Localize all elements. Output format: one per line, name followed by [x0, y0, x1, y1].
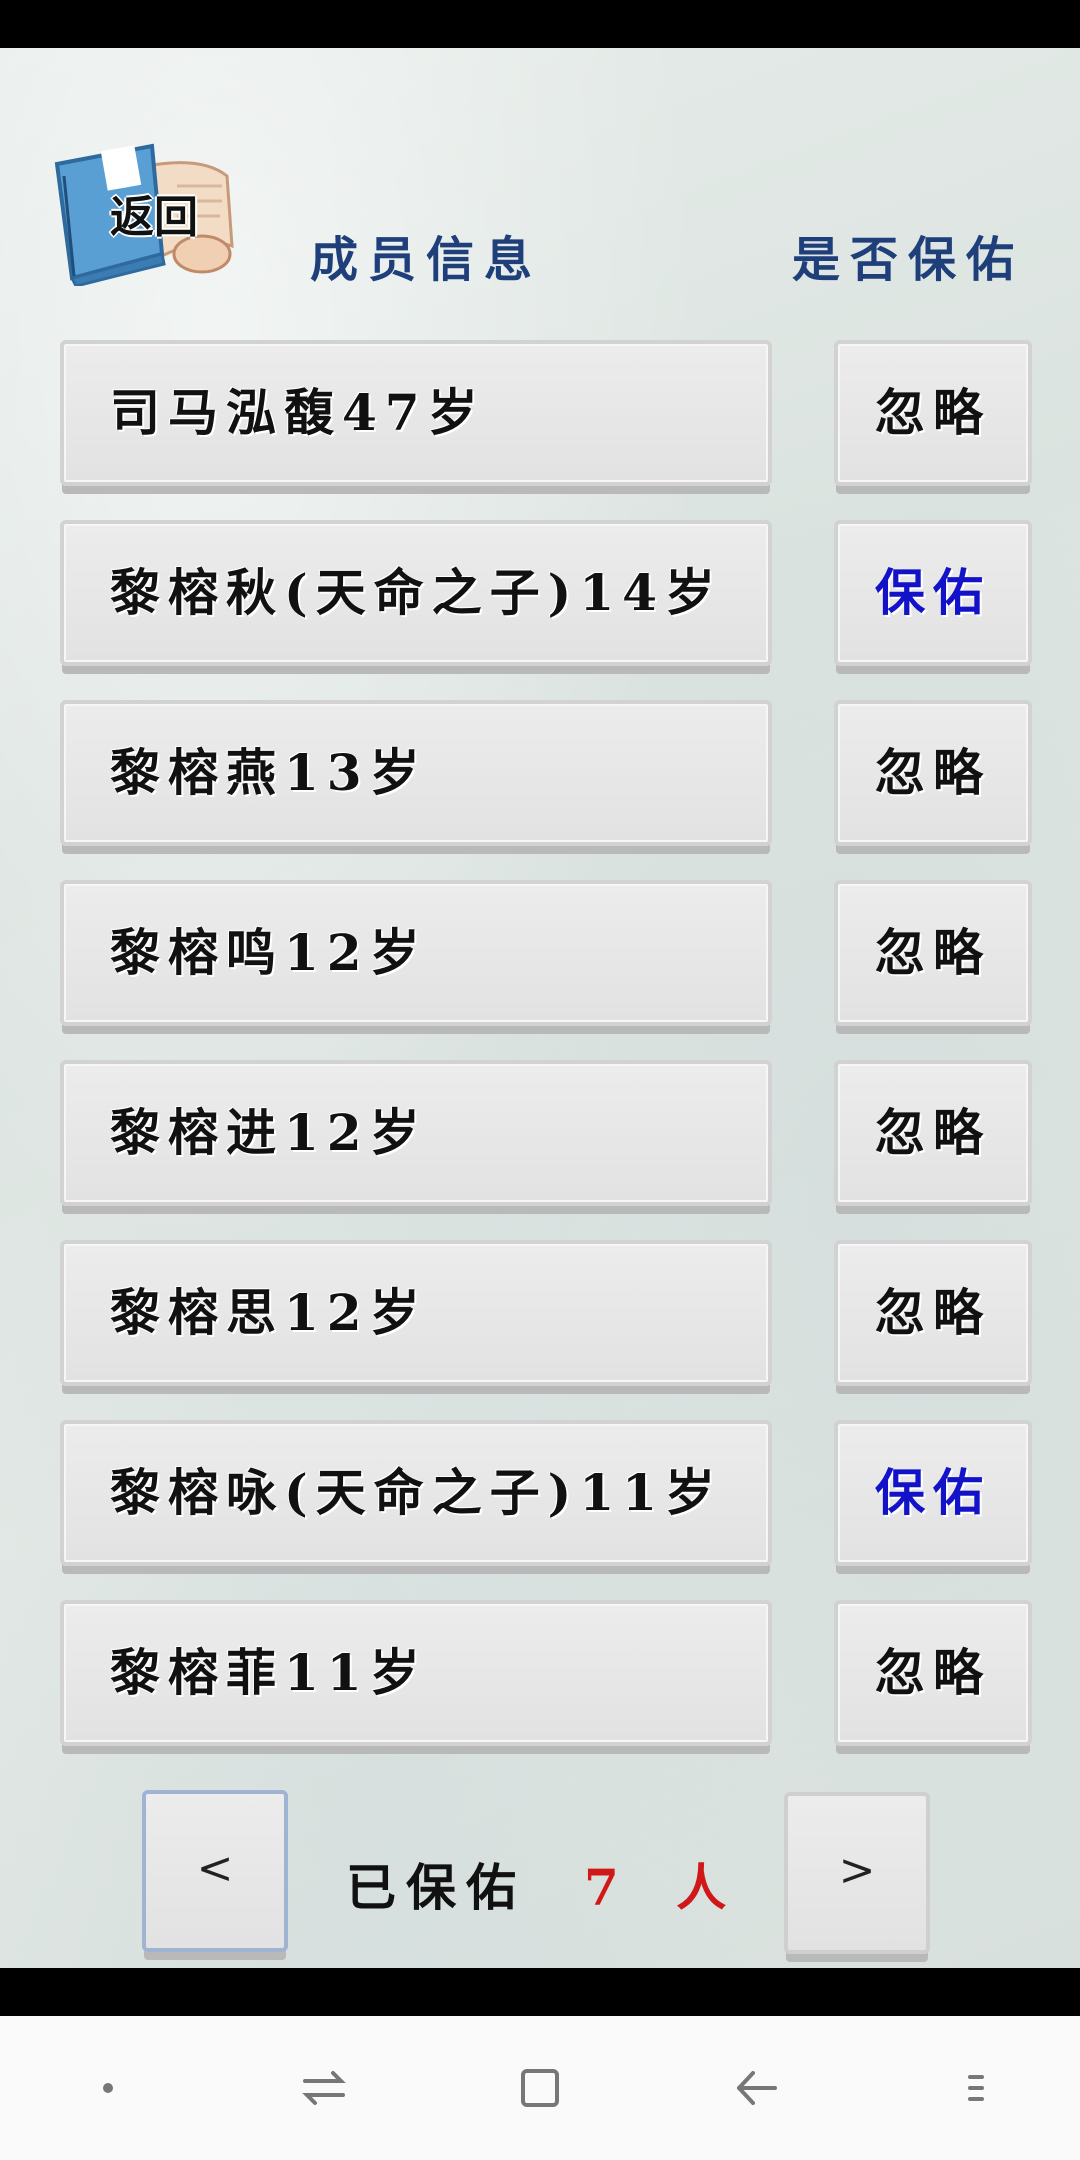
bless-button[interactable]: 保佑	[834, 520, 1032, 666]
back-label: 返回	[110, 192, 198, 243]
ignore-button[interactable]: 忽略	[834, 1240, 1032, 1386]
member-row[interactable]: 黎榕秋(天命之子)14岁	[60, 520, 772, 666]
member-name: 黎榕鸣12岁	[110, 923, 428, 982]
square-icon[interactable]	[480, 2038, 600, 2138]
system-navbar	[0, 2016, 1080, 2160]
switch-icon[interactable]	[264, 2038, 384, 2138]
bless-button[interactable]: 保佑	[834, 1420, 1032, 1566]
member-row[interactable]: 黎榕燕13岁	[60, 700, 772, 846]
menu-icon[interactable]	[912, 2038, 1032, 2138]
ignore-button[interactable]: 忽略	[834, 880, 1032, 1026]
member-row[interactable]: 司马泓馥47岁	[60, 340, 772, 486]
back-arrow-icon[interactable]	[696, 2038, 816, 2138]
member-name: 黎榕燕13岁	[110, 743, 428, 802]
prev-page-button[interactable]: <	[142, 1790, 288, 1952]
ignore-button[interactable]: 忽略	[834, 1600, 1032, 1746]
dot-icon[interactable]	[48, 2038, 168, 2138]
ignore-button[interactable]: 忽略	[834, 340, 1032, 486]
member-name: 黎榕思12岁	[110, 1283, 428, 1342]
member-name: 黎榕进12岁	[110, 1103, 428, 1162]
member-name: 黎榕咏(天命之子)11岁	[110, 1463, 723, 1522]
member-name: 黎榕秋(天命之子)14岁	[110, 563, 723, 622]
member-row[interactable]: 黎榕思12岁	[60, 1240, 772, 1386]
bless-status-header: 是否保佑	[792, 232, 1025, 288]
member-name: 司马泓馥47岁	[110, 383, 486, 442]
back-button[interactable]: 返回	[52, 136, 242, 286]
member-info-header: 成员信息	[310, 232, 543, 288]
member-row[interactable]: 黎榕咏(天命之子)11岁	[60, 1420, 772, 1566]
next-page-button[interactable]: >	[784, 1792, 930, 1954]
member-row[interactable]: 黎榕菲11岁	[60, 1600, 772, 1746]
blessed-count: 7 人	[584, 1858, 747, 1917]
ignore-button[interactable]: 忽略	[834, 700, 1032, 846]
blessed-label: 已保佑	[346, 1858, 526, 1917]
member-name: 黎榕菲11岁	[110, 1643, 428, 1702]
game-screen: 返回 成员信息 是否保佑 司马泓馥47岁 忽略 黎榕秋(天命之子)14岁 保佑 …	[0, 48, 1080, 1968]
bottom-black-bar	[0, 1968, 1080, 2016]
status-bar	[0, 0, 1080, 48]
member-row[interactable]: 黎榕鸣12岁	[60, 880, 772, 1026]
member-row[interactable]: 黎榕进12岁	[60, 1060, 772, 1206]
ignore-button[interactable]: 忽略	[834, 1060, 1032, 1206]
